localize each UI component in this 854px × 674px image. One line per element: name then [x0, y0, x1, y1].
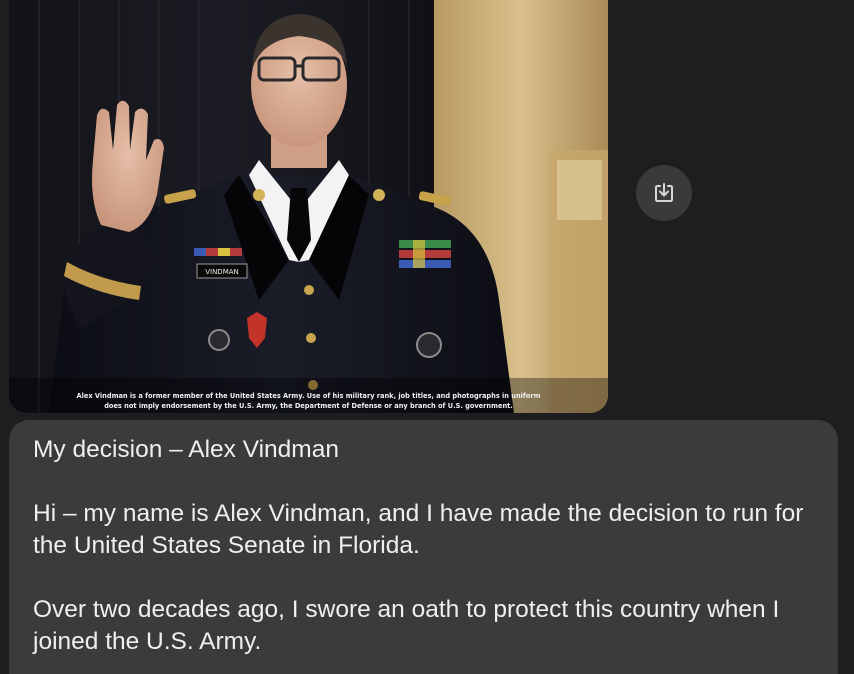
- name-tag: VINDMAN: [205, 268, 239, 276]
- attached-photo[interactable]: VINDMAN Alex Vindman is a former member …: [9, 0, 608, 413]
- message-paragraph-1: Hi – my name is Alex Vindman, and I have…: [33, 500, 804, 559]
- message-paragraph-2: Over two decades ago, I swore an oath to…: [33, 596, 780, 655]
- photo-disclaimer-caption: Alex Vindman is a former member of the U…: [9, 391, 608, 413]
- message-thread: VINDMAN Alex Vindman is a former member …: [0, 0, 854, 674]
- download-icon: [655, 183, 673, 202]
- save-image-button[interactable]: [636, 165, 692, 221]
- caption-line-2: does not imply endorsement by the U.S. A…: [104, 402, 513, 410]
- message-bubble[interactable]: My decision – Alex Vindman Hi – my name …: [9, 420, 838, 674]
- photo-illustration: VINDMAN: [9, 0, 608, 413]
- message-title: My decision – Alex Vindman: [33, 436, 339, 463]
- caption-line-1: Alex Vindman is a former member of the U…: [76, 392, 541, 400]
